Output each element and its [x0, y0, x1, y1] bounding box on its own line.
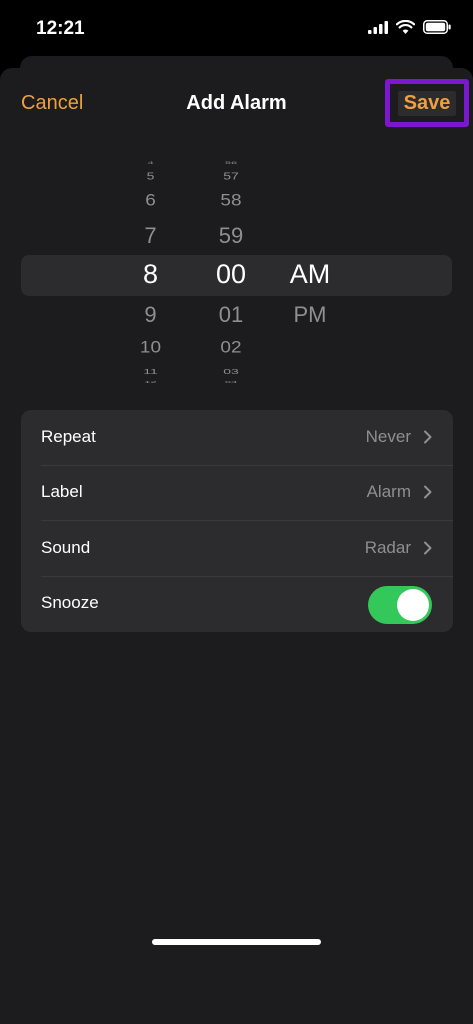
add-alarm-sheet: Cancel Add Alarm Save 4 5 6 7 8 9 10 11 …	[0, 68, 473, 1024]
minute-option[interactable]: 04	[200, 381, 262, 384]
minute-option[interactable]: 57	[200, 170, 262, 181]
chevron-right-icon	[424, 485, 432, 499]
hour-option-selected[interactable]: 8	[118, 259, 183, 290]
minute-option[interactable]: 58	[200, 192, 262, 211]
chevron-right-icon	[424, 430, 432, 444]
cancel-button[interactable]: Cancel	[21, 92, 83, 115]
minute-option[interactable]: 01	[200, 302, 262, 328]
toggle-knob	[397, 589, 429, 621]
minute-option[interactable]: 59	[200, 223, 262, 249]
save-label: Save	[403, 91, 451, 114]
label-label: Label	[41, 482, 83, 501]
repeat-label: Repeat	[41, 427, 96, 446]
status-time: 12:21	[36, 18, 85, 39]
nav-bar: Cancel Add Alarm Save	[0, 68, 473, 138]
hour-option[interactable]: 12	[118, 381, 183, 384]
sound-value: Radar	[364, 538, 411, 557]
save-highlight-frame[interactable]: Save	[385, 79, 469, 127]
snooze-row: Snooze	[21, 576, 453, 631]
time-picker[interactable]: 4 5 6 7 8 9 10 11 12 56 57 58 59 00 01 0…	[0, 160, 473, 390]
home-indicator[interactable]	[152, 939, 321, 945]
label-row[interactable]: Label Alarm	[21, 465, 453, 520]
chevron-right-icon	[424, 541, 432, 555]
minute-option[interactable]: 03	[200, 367, 262, 376]
repeat-value: Never	[365, 427, 411, 446]
snooze-toggle[interactable]	[368, 586, 432, 624]
snooze-label: Snooze	[41, 593, 99, 612]
label-value: Alarm	[366, 482, 411, 501]
hour-option[interactable]: 9	[118, 302, 183, 328]
hour-option[interactable]: 11	[118, 367, 183, 376]
cellular-signal-icon	[368, 20, 388, 39]
hour-option[interactable]: 6	[118, 192, 183, 211]
minute-option[interactable]: 56	[200, 161, 262, 165]
save-button[interactable]: Save	[397, 90, 457, 116]
battery-icon	[423, 20, 451, 39]
minute-option-selected[interactable]: 00	[200, 259, 262, 290]
wifi-icon	[395, 19, 416, 39]
hour-option[interactable]: 5	[118, 170, 183, 181]
period-option-pm[interactable]: PM	[280, 302, 340, 328]
minute-option[interactable]: 02	[200, 339, 262, 358]
repeat-row[interactable]: Repeat Never	[21, 410, 453, 465]
minute-wheel[interactable]: 56 57 58 59 00 01 02 03 04	[200, 160, 262, 390]
alarm-settings-list: Repeat Never Label Alarm Sound Radar Sno…	[21, 410, 453, 632]
status-bar: 12:21	[0, 0, 473, 58]
hour-option[interactable]: 4	[118, 161, 183, 165]
hour-option[interactable]: 10	[118, 339, 183, 358]
sound-row[interactable]: Sound Radar	[21, 521, 453, 576]
period-wheel[interactable]: AM PM	[280, 160, 340, 390]
sound-label: Sound	[41, 538, 91, 557]
hour-option[interactable]: 7	[118, 223, 183, 249]
status-icons	[368, 19, 451, 39]
hour-wheel[interactable]: 4 5 6 7 8 9 10 11 12	[118, 160, 183, 390]
period-option-am[interactable]: AM	[280, 259, 340, 290]
